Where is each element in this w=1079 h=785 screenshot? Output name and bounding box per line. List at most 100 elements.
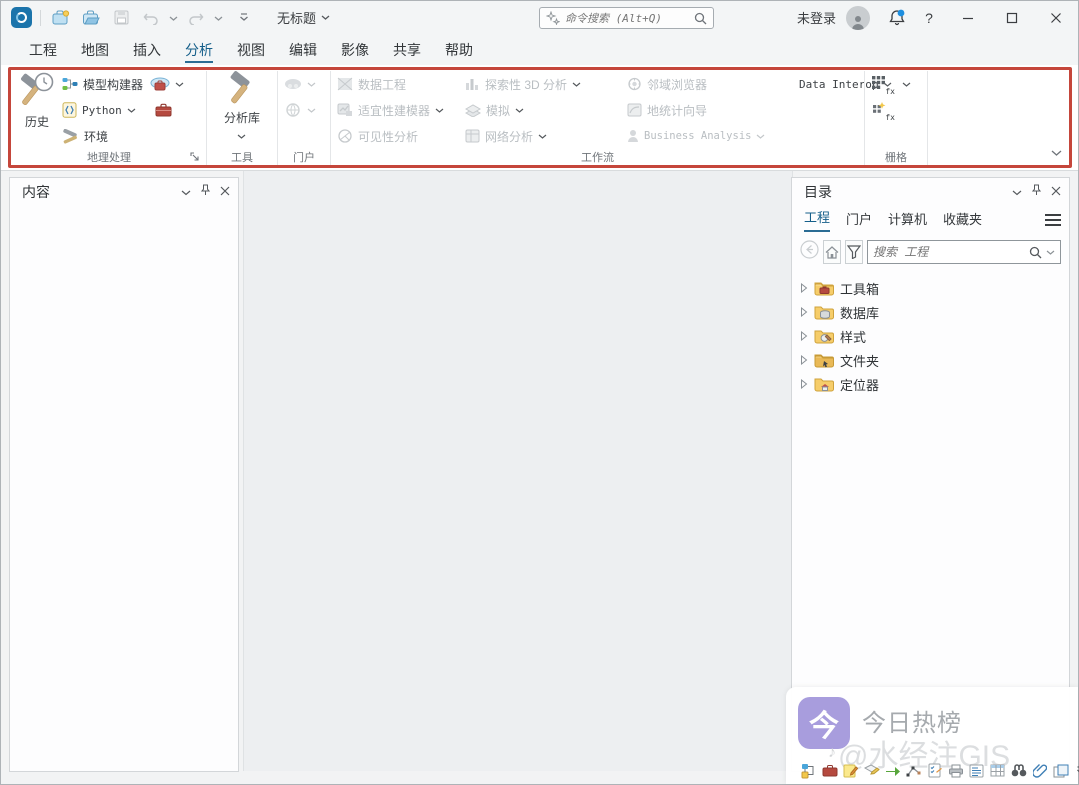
pin-icon[interactable] <box>1032 183 1041 201</box>
neighborhood-explorer-button[interactable]: 邻域浏览器 <box>624 71 791 97</box>
geostatistical-wizard-button[interactable]: 地统计向导 <box>624 97 791 123</box>
network-analysis-button[interactable]: 网络分析 <box>462 123 624 149</box>
tab-insert[interactable]: 插入 <box>121 34 173 65</box>
tab-imagery[interactable]: 影像 <box>329 34 381 65</box>
package-toolbox-icon[interactable] <box>155 103 172 117</box>
exploratory-3d-button[interactable]: 探索性 3D 分析 <box>462 71 624 97</box>
document-title-label: 无标题 <box>277 8 316 27</box>
duplicate-window-icon[interactable] <box>1052 762 1069 779</box>
close-panel-icon[interactable] <box>220 183 230 201</box>
task-checklist-icon[interactable] <box>926 762 943 779</box>
document-title[interactable]: 无标题 <box>277 8 330 27</box>
tree-item-databases[interactable]: 数据库 <box>798 300 1065 324</box>
python-chevron-icon[interactable] <box>127 103 136 117</box>
environments-button[interactable]: 环境 <box>59 123 203 149</box>
panel-menu-chevron-icon[interactable] <box>181 183 191 201</box>
modelbuilder-button[interactable]: 模型构建器 <box>59 71 203 97</box>
user-avatar-icon[interactable] <box>846 6 870 30</box>
save-icon[interactable] <box>109 7 133 29</box>
expander-icon[interactable] <box>800 307 808 317</box>
tag-edit-icon[interactable] <box>863 762 880 779</box>
expander-icon[interactable] <box>800 283 808 293</box>
new-raster-function-button[interactable]: fx <box>868 97 914 123</box>
catalog-menu-icon[interactable] <box>1045 214 1061 232</box>
data-interop-button[interactable]: Data Interop <box>791 71 861 97</box>
suitability-modeler-button[interactable]: 适宜性建模器 <box>334 97 462 123</box>
catalog-tab-portal[interactable]: 门户 <box>846 209 872 232</box>
tab-view[interactable]: 视图 <box>225 34 277 65</box>
tree-item-locators[interactable]: 定位器 <box>798 372 1065 396</box>
panel-menu-chevron-icon[interactable] <box>1012 183 1022 201</box>
open-project-icon[interactable] <box>79 7 103 29</box>
command-search-input[interactable] <box>565 12 689 25</box>
tree-item-folders[interactable]: 文件夹 <box>798 348 1065 372</box>
tab-help[interactable]: 帮助 <box>433 34 485 65</box>
python-button[interactable]: Python <box>59 97 203 123</box>
catalog-tab-project[interactable]: 工程 <box>804 207 830 232</box>
pin-icon[interactable] <box>201 183 210 201</box>
binoculars-icon[interactable] <box>1010 762 1027 779</box>
suitability-chevron-icon <box>435 103 444 117</box>
tab-share[interactable]: 共享 <box>381 34 433 65</box>
ready-to-use-tools-icon[interactable] <box>150 77 170 92</box>
print-icon[interactable] <box>947 762 964 779</box>
search-options-chevron-icon[interactable] <box>1046 243 1055 261</box>
new-project-icon[interactable] <box>49 7 73 29</box>
portal-analysis-button[interactable] <box>281 97 319 123</box>
expander-icon[interactable] <box>800 355 808 365</box>
green-arrow-icon[interactable] <box>884 762 901 779</box>
filter-icon[interactable] <box>845 240 863 264</box>
redo-chevron-icon[interactable] <box>214 9 223 27</box>
history-button[interactable]: 历史 <box>15 69 59 150</box>
portal-tools-button[interactable] <box>281 71 319 97</box>
tab-map[interactable]: 地图 <box>69 34 121 65</box>
data-engineering-button[interactable]: 数据工程 <box>334 71 462 97</box>
customize-qat-icon[interactable] <box>239 9 249 27</box>
collapse-ribbon-icon[interactable] <box>1051 144 1062 162</box>
tree-item-styles[interactable]: 样式 <box>798 324 1065 348</box>
toolbox-icon[interactable] <box>821 762 838 779</box>
catalog-tab-favorites[interactable]: 收藏夹 <box>943 209 982 232</box>
tab-analysis[interactable]: 分析 <box>173 34 225 65</box>
model-link-icon[interactable] <box>800 762 817 779</box>
catalog-search[interactable] <box>867 240 1061 264</box>
table-icon[interactable] <box>989 762 1006 779</box>
raster-functions-chevron-icon[interactable] <box>902 77 911 91</box>
catalog-tab-computer[interactable]: 计算机 <box>888 209 927 232</box>
ready-to-use-tools-chevron-icon[interactable] <box>175 77 184 91</box>
simulation-button[interactable]: 模拟 <box>462 97 624 123</box>
close-icon[interactable] <box>1034 1 1078 34</box>
maximize-icon[interactable] <box>990 1 1034 34</box>
expander-icon[interactable] <box>800 331 808 341</box>
dialog-launcher-icon[interactable] <box>189 151 201 168</box>
report-list-icon[interactable] <box>968 762 985 779</box>
notifications-icon[interactable] <box>882 4 912 32</box>
tab-project[interactable]: 工程 <box>17 34 69 65</box>
signin-status[interactable]: 未登录 <box>797 8 836 27</box>
redo-icon[interactable] <box>184 7 208 29</box>
back-icon[interactable] <box>800 240 819 264</box>
visibility-analysis-button[interactable]: 可见性分析 <box>334 123 462 149</box>
analysis-gallery-button[interactable]: 分析库 <box>220 69 264 150</box>
command-search[interactable] <box>539 7 714 29</box>
edit-vertices-icon[interactable] <box>905 762 922 779</box>
edit-note-icon[interactable] <box>842 762 859 779</box>
attachment-icon[interactable] <box>1031 762 1048 779</box>
strip-overflow-chevron-icon[interactable] <box>1073 762 1079 779</box>
minimize-icon[interactable] <box>946 1 990 34</box>
tree-item-toolboxes[interactable]: 工具箱 <box>798 276 1065 300</box>
title-bar: 无标题 未登录 ? <box>1 1 1078 34</box>
raster-functions-button[interactable]: fx <box>868 71 914 97</box>
expander-icon[interactable] <box>800 379 808 389</box>
close-panel-icon[interactable] <box>1051 183 1061 201</box>
undo-chevron-icon[interactable] <box>169 9 178 27</box>
map-canvas-empty[interactable] <box>243 171 793 771</box>
help-icon[interactable]: ? <box>912 10 946 26</box>
app-logo-icon[interactable] <box>11 7 32 28</box>
tab-edit[interactable]: 编辑 <box>277 34 329 65</box>
business-analysis-button[interactable]: Business Analysis <box>624 123 791 149</box>
home-icon[interactable] <box>823 240 841 264</box>
undo-icon[interactable] <box>139 7 163 29</box>
catalog-search-input[interactable] <box>873 245 1025 259</box>
portal-analysis-chevron-icon <box>307 103 316 117</box>
